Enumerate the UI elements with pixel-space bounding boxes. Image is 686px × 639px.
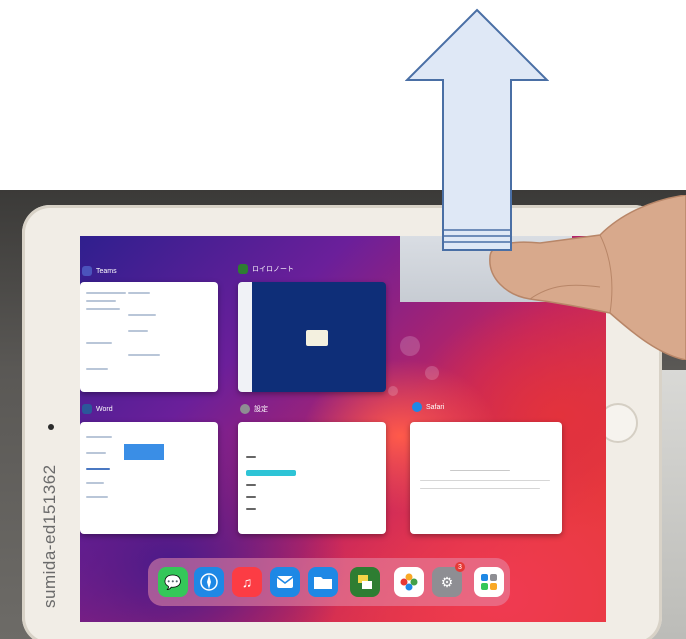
envelope-glyph [276, 576, 294, 588]
content-line [86, 496, 108, 498]
notification-badge: 3 [455, 562, 465, 572]
app-card-loilonote[interactable] [238, 282, 386, 392]
photos-icon[interactable] [394, 567, 424, 597]
messages-icon[interactable]: 💬 [158, 567, 188, 597]
content-line [246, 484, 256, 486]
content-line [450, 470, 510, 471]
content-line [420, 480, 550, 481]
card-header-word: Word [82, 404, 113, 414]
asset-sticker-label: sumida-ed151362 [40, 464, 59, 608]
content-line [86, 468, 110, 470]
bokeh-dot [388, 386, 398, 396]
content-line [246, 508, 256, 510]
app-card-teams[interactable] [80, 282, 218, 392]
compass-glyph [200, 573, 218, 591]
bokeh-dot [425, 366, 439, 380]
card-title-safari: Safari [426, 403, 445, 411]
photo-scene: S sumida-ed151362 Teams ロイロノート [0, 0, 686, 639]
card-header-teams: Teams [82, 266, 117, 276]
note-glyph [358, 575, 372, 589]
card-title-teams: Teams [96, 267, 117, 275]
content-line [128, 314, 156, 316]
selected-row [246, 470, 296, 476]
card-header-settings: 設定 [240, 404, 268, 414]
content-line [86, 368, 108, 370]
card-title-settings: 設定 [254, 406, 268, 413]
app-card-safari[interactable] [410, 422, 562, 534]
bokeh-dot [400, 336, 420, 356]
flower-glyph [400, 573, 418, 591]
content-line [420, 488, 540, 489]
card-header-loilonote: ロイロノート [238, 264, 294, 274]
swipe-up-arrow-icon [405, 8, 549, 251]
app-card-word[interactable] [80, 422, 218, 534]
content-line [128, 354, 160, 356]
content-line [86, 482, 104, 484]
front-camera [48, 424, 54, 430]
app-card-settings[interactable] [238, 422, 386, 534]
music-icon[interactable]: ♫ [232, 567, 262, 597]
asset-sticker: sumida-ed151362 [20, 460, 64, 610]
content-line [246, 456, 256, 458]
content-line [86, 308, 120, 310]
card-title-loilonote: ロイロノート [252, 266, 294, 273]
content-line [86, 292, 126, 294]
app-library-icon[interactable] [474, 567, 504, 597]
content-line [86, 436, 112, 438]
files-icon[interactable] [308, 567, 338, 597]
mail-icon[interactable] [270, 567, 300, 597]
card-title-word: Word [96, 405, 113, 413]
note-card [306, 330, 328, 346]
safari-icon [412, 402, 422, 412]
safari-icon[interactable] [194, 567, 224, 597]
grid-glyph [481, 574, 497, 590]
teams-icon [82, 266, 92, 276]
word-icon [82, 404, 92, 414]
content-line [246, 496, 256, 498]
folder-glyph [314, 577, 332, 589]
card-header-safari: Safari [412, 402, 444, 412]
content-line [128, 292, 150, 294]
content-line [86, 452, 106, 454]
content-line [86, 342, 112, 344]
loilonote-icon [238, 264, 248, 274]
note-sidebar [238, 282, 252, 392]
settings-icon [240, 404, 250, 414]
loilonote-icon[interactable] [350, 567, 380, 597]
selection-box [124, 444, 164, 460]
content-line [128, 330, 148, 332]
content-line [86, 300, 116, 302]
